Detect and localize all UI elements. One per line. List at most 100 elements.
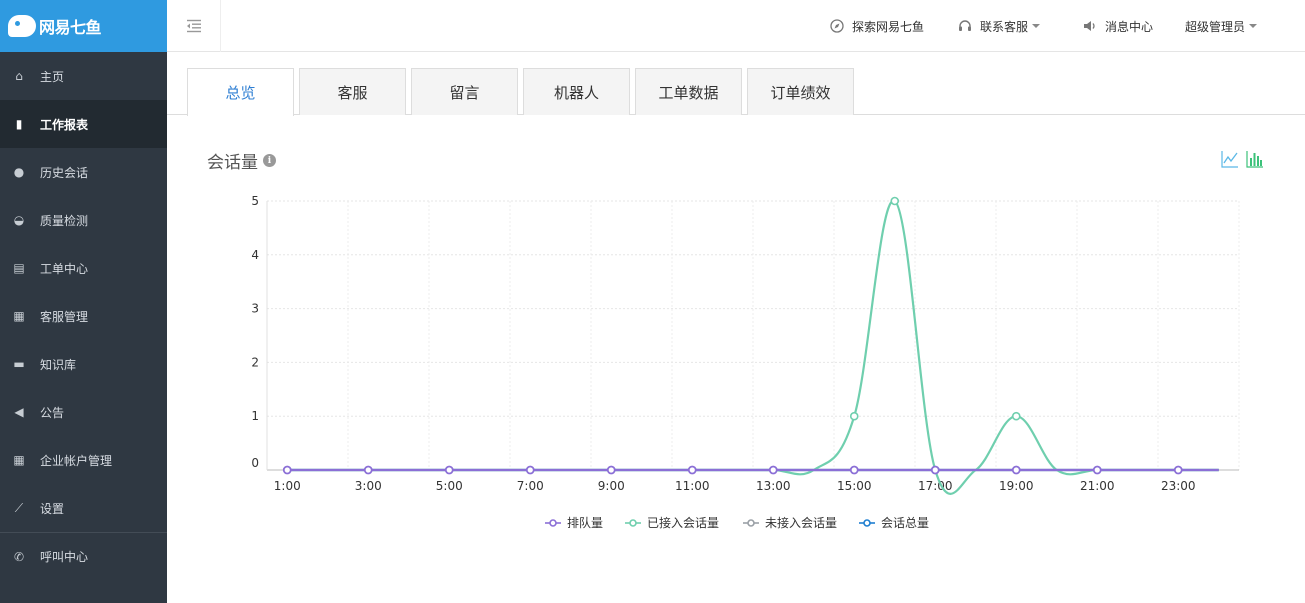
sidebar-item-8[interactable]: ◀ 公告 <box>0 388 167 436</box>
sidebar-item-10[interactable]: ⟋ 设置 <box>0 484 167 532</box>
phone-icon: ✆ <box>13 549 25 564</box>
x-tick-label: 1:00 <box>274 479 301 493</box>
tab-1[interactable]: 总览 <box>187 68 294 116</box>
sidebar-item-4[interactable]: ◒ 质量检测 <box>0 196 167 244</box>
x-tick-label: 9:00 <box>598 479 625 493</box>
data-point <box>1173 465 1183 475</box>
logo-text: 网易七鱼 <box>39 18 102 37</box>
messages-label: 消息中心 <box>1105 19 1154 34</box>
x-tick-label: 13:00 <box>756 479 791 493</box>
x-tick-label: 15:00 <box>837 479 872 493</box>
support-menu[interactable]: 联系客服 <box>958 0 1041 52</box>
data-point <box>687 465 697 475</box>
compass-icon <box>830 19 844 33</box>
legend-label: 已接入会话量 <box>647 515 719 530</box>
sidebar: 网易七鱼 ⌂ 主页 ▮ 工作报表 ● 历史会话 ◒ 质量检测 ▤ 工单中心 ▦ 客服管理 ▬ 知识库 ◀ 公告… <box>0 0 167 603</box>
legend-marker <box>747 519 755 527</box>
legend-label: 未接入会话量 <box>765 515 837 530</box>
calculator-icon: ▦ <box>13 453 25 467</box>
sidebar-item-label: 主页 <box>40 69 65 84</box>
tab-6[interactable]: 订单绩效 <box>747 68 854 115</box>
sidebar-item-label: 工单中心 <box>40 261 89 276</box>
data-point <box>849 411 859 421</box>
clock-icon: ● <box>13 165 25 179</box>
legend-marker <box>549 519 557 527</box>
sidebar-item-label: 设置 <box>40 501 65 516</box>
legend-marker <box>863 519 871 527</box>
data-point <box>525 465 535 475</box>
data-point <box>768 465 778 475</box>
messages-link[interactable]: 消息中心 <box>1083 0 1153 52</box>
sidebar-item-2[interactable]: ▮ 工作报表 <box>0 100 167 148</box>
y-tick-label: 2 <box>251 355 259 369</box>
sidebar-nav: ⌂ 主页 ▮ 工作报表 ● 历史会话 ◒ 质量检测 ▤ 工单中心 ▦ 客服管理 ▬ 知识库 ◀ 公告 ▦ 企业帐户… <box>0 52 167 580</box>
explore-label: 探索网易七鱼 <box>852 19 925 34</box>
x-tick-label: 19:00 <box>999 479 1034 493</box>
sidebar-item-label: 质量检测 <box>40 213 89 228</box>
x-tick-label: 3:00 <box>355 479 382 493</box>
app-root: 网易七鱼 ⌂ 主页 ▮ 工作报表 ● 历史会话 ◒ 质量检测 ▤ 工单中心 ▦ 客服管理 ▬ 知识库 ◀ 公告… <box>0 0 1305 603</box>
user-menu[interactable]: 超级管理员 <box>1185 0 1258 52</box>
y-tick-label: 5 <box>251 194 259 208</box>
sidebar-item-9[interactable]: ▦ 企业帐户管理 <box>0 436 167 484</box>
x-tick-label: 21:00 <box>1080 479 1115 493</box>
home-icon: ⌂ <box>15 69 23 83</box>
tab-5[interactable]: 工单数据 <box>635 68 742 115</box>
bar-chart-icon: ▮ <box>15 117 23 131</box>
top-header: 探索网易七鱼 联系客服 消息中心 超级管理员 <box>167 0 1305 52</box>
sidebar-item-6[interactable]: ▦ 客服管理 <box>0 292 167 340</box>
logo[interactable]: 网易七鱼 <box>0 0 167 52</box>
data-point <box>444 465 454 475</box>
tab-3[interactable]: 留言 <box>411 68 518 115</box>
y-tick-label: 0 <box>251 456 259 470</box>
x-tick-label: 11:00 <box>675 479 710 493</box>
speaker-icon <box>1083 19 1097 33</box>
dashboard-icon: ◒ <box>13 213 25 227</box>
headset-icon <box>958 19 972 33</box>
data-point <box>606 465 616 475</box>
document-icon: ▤ <box>13 261 25 275</box>
legend-label: 排队量 <box>567 515 603 530</box>
legend-label: 会话总量 <box>881 516 929 530</box>
data-point <box>849 465 859 475</box>
sidebar-item-3[interactable]: ● 历史会话 <box>0 148 167 196</box>
session-volume-chart: 0 1 2 3 4 5 1:00 3:00 5:00 7:00 9:00 11:00 13:00 15:0… <box>251 194 1240 530</box>
explore-link[interactable]: 探索网易七鱼 <box>830 0 924 52</box>
data-point <box>890 196 900 206</box>
sidebar-item-label: 知识库 <box>40 357 77 372</box>
line-chart-toggle[interactable] <box>1221 150 1239 172</box>
sidebar-item-label: 企业帐户管理 <box>40 453 113 468</box>
info-icon[interactable]: i <box>263 154 276 167</box>
sidebar-item-7[interactable]: ▬ 知识库 <box>0 340 167 388</box>
logo-icon <box>8 15 36 37</box>
y-tick-label: 1 <box>251 409 259 423</box>
data-point <box>282 465 292 475</box>
sidebar-item-label: 客服管理 <box>40 309 89 324</box>
x-tick-label: 23:00 <box>1161 479 1196 493</box>
report-tabs: 总览 客服 留言 机器人 工单数据 订单绩效 <box>167 52 1305 116</box>
tab-4[interactable]: 机器人 <box>523 68 630 115</box>
sidebar-item-5[interactable]: ▤ 工单中心 <box>0 244 167 292</box>
collapse-sidebar-button[interactable] <box>167 0 221 52</box>
x-tick-label: 17:00 <box>918 479 953 493</box>
bar-chart-toggle[interactable] <box>1246 150 1264 172</box>
support-label: 联系客服 <box>980 19 1029 34</box>
data-point <box>1011 411 1021 421</box>
x-tick-label: 7:00 <box>517 479 544 493</box>
chevron-down-icon <box>1032 24 1041 28</box>
sidebar-item-11[interactable]: ✆ 呼叫中心 <box>0 532 167 580</box>
data-point <box>363 465 373 475</box>
indent-icon <box>186 19 201 33</box>
grid-icon: ▦ <box>13 309 25 323</box>
y-tick-label: 3 <box>251 302 259 316</box>
bar-chart-icon <box>1246 151 1263 168</box>
sidebar-item-1[interactable]: ⌂ 主页 <box>0 52 167 100</box>
speaker-icon: ◀ <box>14 405 24 419</box>
x-tick-label: 5:00 <box>436 479 463 493</box>
line-chart-icon <box>1221 151 1238 168</box>
user-name: 超级管理员 <box>1185 19 1246 34</box>
sidebar-item-label: 公告 <box>40 405 65 420</box>
sidebar-item-label: 工作报表 <box>40 117 89 132</box>
tab-2[interactable]: 客服 <box>299 68 406 115</box>
chevron-down-icon <box>1249 24 1258 28</box>
